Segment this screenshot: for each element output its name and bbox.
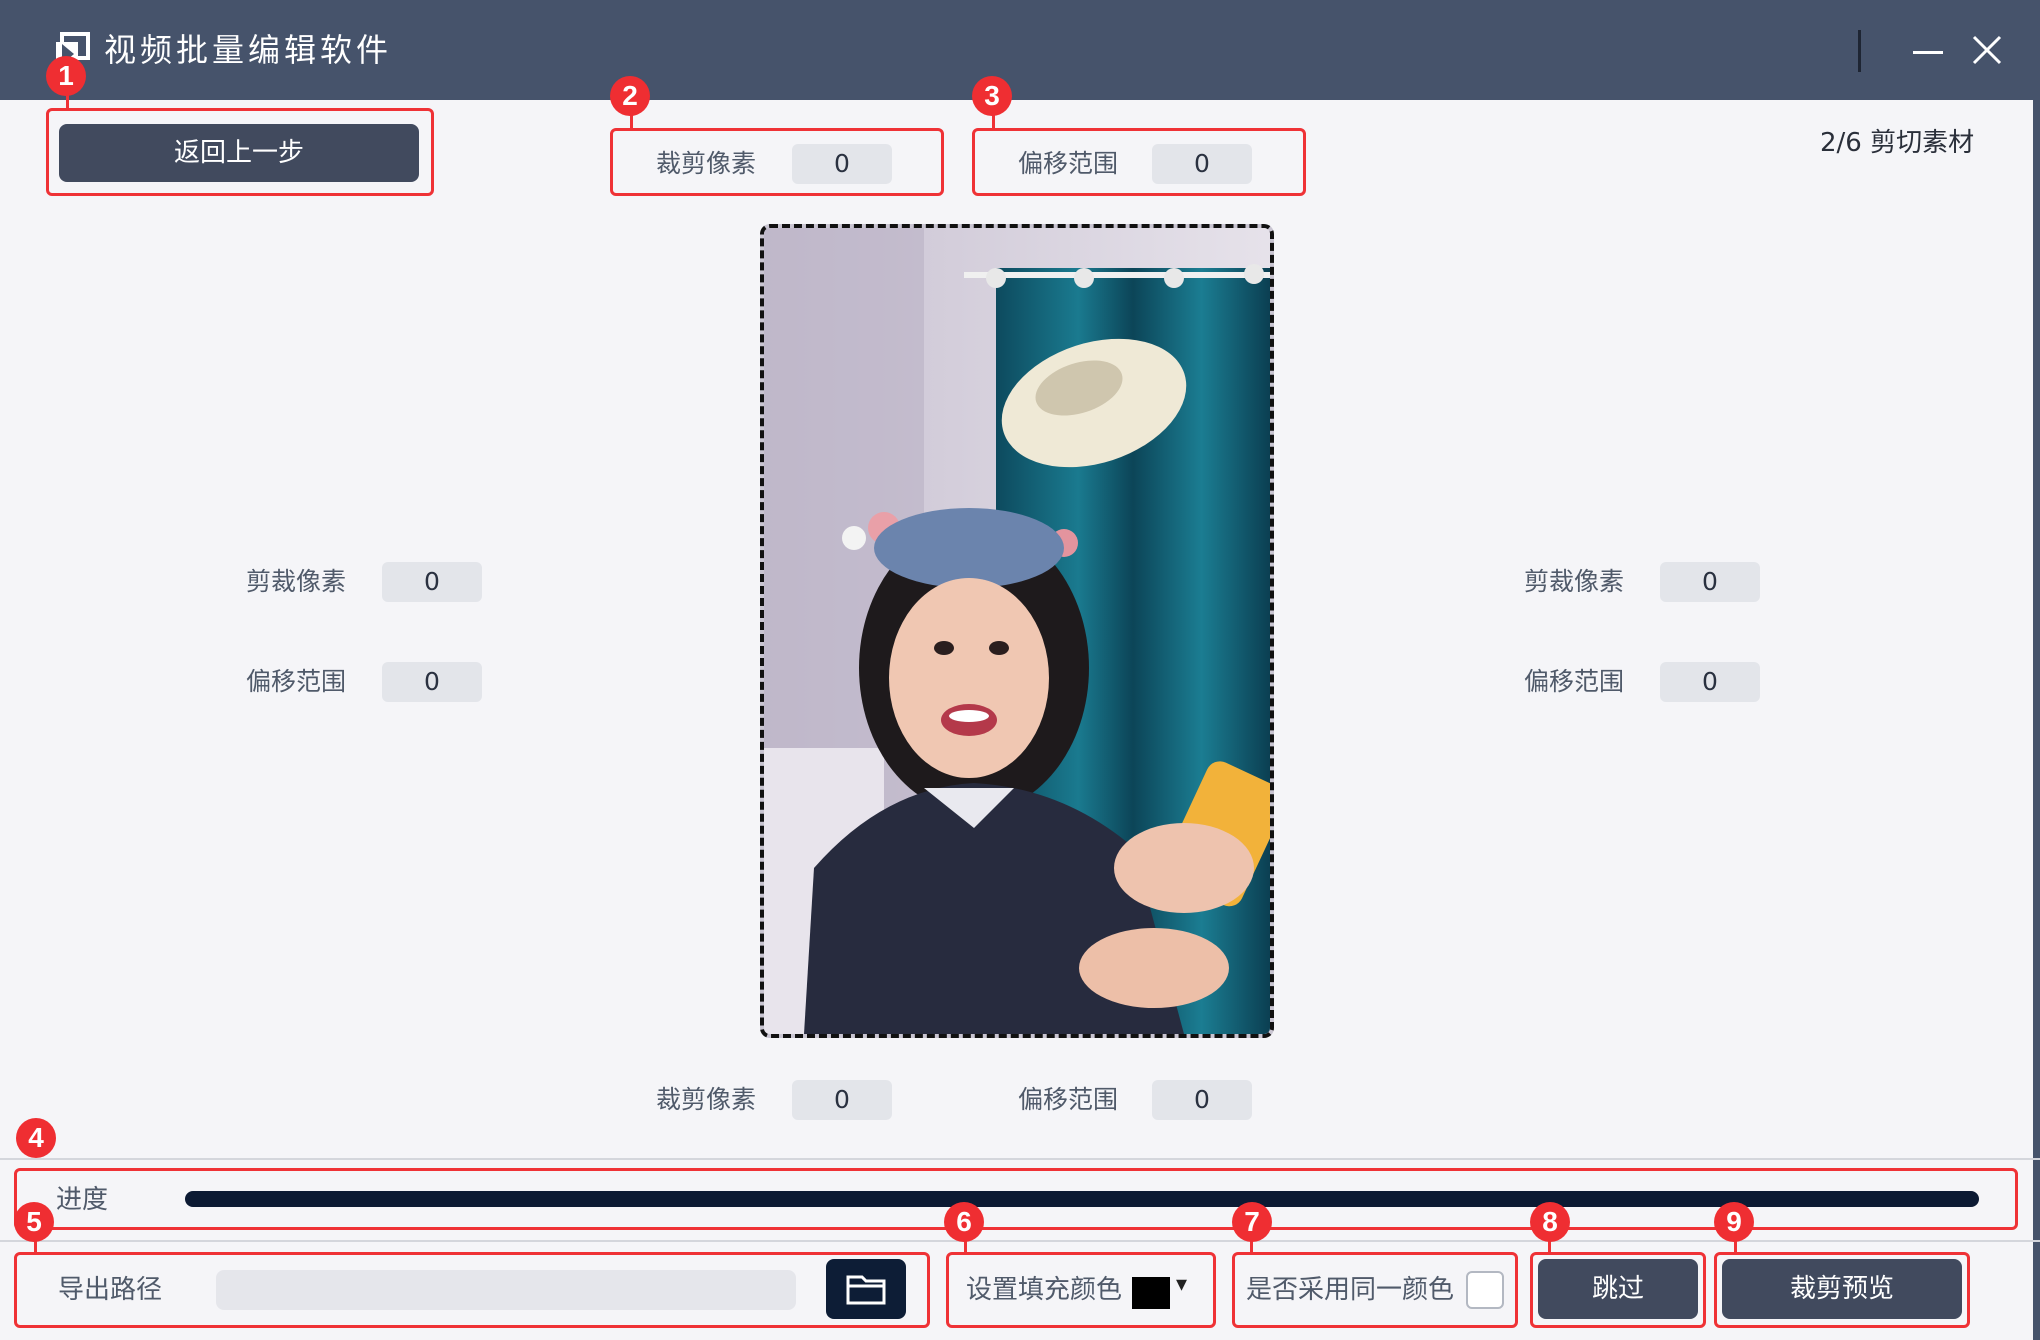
progress-label: 进度 bbox=[56, 1185, 109, 1215]
bottom-offset-input[interactable]: 0 bbox=[1152, 1080, 1252, 1120]
step-indicator: 2/6 剪切素材 bbox=[1820, 128, 1975, 158]
crop-preview-button[interactable]: 裁剪预览 bbox=[1722, 1259, 1962, 1319]
annotation-marker-9: 9 bbox=[1714, 1202, 1754, 1242]
app-title: 视频批量编辑软件 bbox=[104, 31, 393, 69]
left-offset-label: 偏移范围 bbox=[246, 667, 347, 696]
annotation-marker-3: 3 bbox=[972, 76, 1012, 116]
annotation-marker-8: 8 bbox=[1530, 1202, 1570, 1242]
chevron-down-icon[interactable]: ▾ bbox=[1176, 1272, 1187, 1297]
top-offset-input[interactable]: 0 bbox=[1152, 144, 1252, 184]
top-crop-input[interactable]: 0 bbox=[792, 144, 892, 184]
folder-button[interactable] bbox=[826, 1259, 906, 1319]
left-crop-input[interactable]: 0 bbox=[382, 562, 482, 602]
title-divider bbox=[1858, 30, 1861, 72]
window-border bbox=[2033, 0, 2040, 1340]
right-crop-input[interactable]: 0 bbox=[1660, 562, 1760, 602]
top-offset-label: 偏移范围 bbox=[1018, 149, 1119, 178]
annotation-marker-7: 7 bbox=[1232, 1202, 1272, 1242]
left-crop-label: 剪裁像素 bbox=[246, 567, 347, 596]
right-crop-label: 剪裁像素 bbox=[1524, 567, 1625, 596]
same-color-checkbox[interactable] bbox=[1466, 1271, 1504, 1309]
bottom-crop-label: 裁剪像素 bbox=[656, 1085, 757, 1114]
export-path-label: 导出路径 bbox=[58, 1275, 163, 1305]
video-frame-image bbox=[764, 228, 1270, 1034]
annotation-marker-1: 1 bbox=[46, 56, 86, 96]
top-crop-label: 裁剪像素 bbox=[656, 149, 757, 178]
left-offset-input[interactable]: 0 bbox=[382, 662, 482, 702]
annotation-marker-4: 4 bbox=[16, 1118, 56, 1158]
right-offset-label: 偏移范围 bbox=[1524, 667, 1625, 696]
progress-bar bbox=[185, 1191, 1979, 1207]
bottom-crop-input[interactable]: 0 bbox=[792, 1080, 892, 1120]
bottom-offset-label: 偏移范围 bbox=[1018, 1085, 1119, 1114]
fill-color-swatch[interactable] bbox=[1132, 1277, 1170, 1309]
minimize-icon[interactable] bbox=[1905, 30, 1949, 74]
video-preview[interactable] bbox=[760, 224, 1274, 1038]
back-button[interactable]: 返回上一步 bbox=[59, 124, 419, 182]
annotation-marker-5: 5 bbox=[14, 1202, 54, 1242]
fill-color-label: 设置填充颜色 bbox=[966, 1275, 1123, 1305]
close-icon[interactable] bbox=[1965, 28, 2009, 72]
folder-icon bbox=[846, 1275, 886, 1305]
export-path-input[interactable] bbox=[216, 1270, 796, 1310]
annotation-marker-6: 6 bbox=[944, 1202, 984, 1242]
skip-button[interactable]: 跳过 bbox=[1538, 1259, 1698, 1319]
divider bbox=[0, 1158, 2040, 1160]
right-offset-input[interactable]: 0 bbox=[1660, 662, 1760, 702]
same-color-label: 是否采用同一颜色 bbox=[1246, 1275, 1455, 1305]
annotation-marker-2: 2 bbox=[610, 76, 650, 116]
